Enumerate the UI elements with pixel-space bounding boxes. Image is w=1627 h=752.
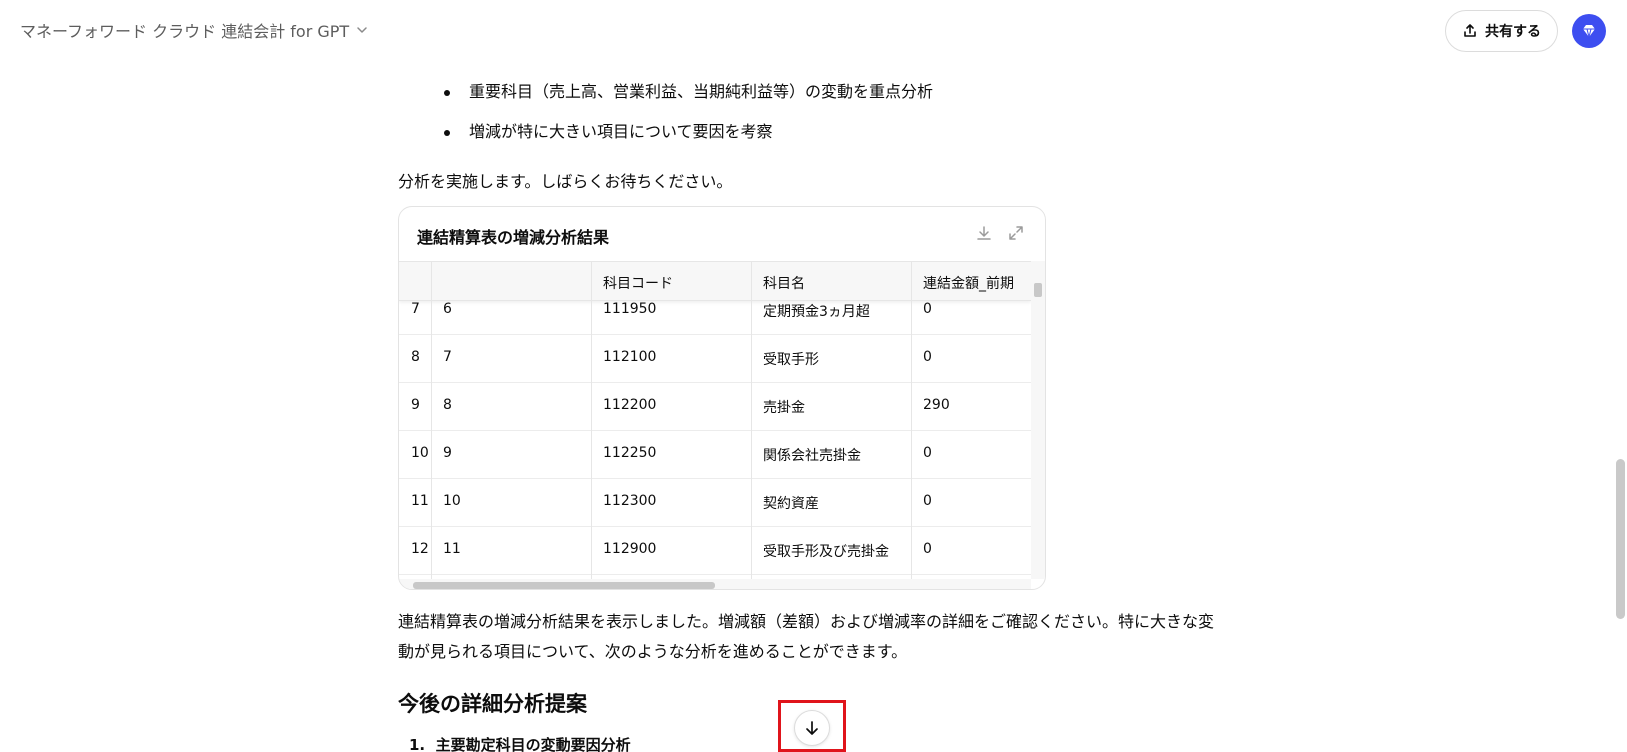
table-header-bar: 連結精算表の増減分析結果	[399, 207, 1045, 261]
row-index: 12	[411, 541, 429, 557]
account-name: 受取手形	[763, 352, 819, 368]
column-divider	[591, 261, 592, 579]
model-switcher[interactable]: マネーフォワード クラウド 連結会計 for GPT	[20, 18, 369, 42]
row-index: 10	[411, 445, 429, 461]
prior-amount: 0	[923, 301, 932, 317]
summary-text-line2: 動が見られる項目について、次のような分析を進めることができます。	[398, 642, 908, 661]
row-id: 6	[443, 301, 452, 317]
table-row: 10 9 112250 関係会社売掛金 0	[399, 431, 1031, 479]
prior-amount: 0	[923, 493, 932, 509]
row-index: 9	[411, 397, 420, 413]
scroll-thumb[interactable]	[1034, 283, 1042, 297]
summary-text-line1: 連結精算表の増減分析結果を表示しました。増減額（差額）および増減率の詳細をご確認…	[398, 612, 1215, 631]
row-index: 11	[411, 493, 429, 509]
table-vertical-scrollbar[interactable]	[1031, 261, 1045, 579]
expand-icon[interactable]	[1007, 224, 1025, 242]
account-code: 112250	[603, 445, 657, 461]
bullet-list: 重要科目（売上高、営業利益、当期純利益等）の変動を重点分析 増減が特に大きい項目…	[443, 72, 933, 152]
chevron-down-icon	[357, 27, 367, 33]
table-row: 12 11 112900 受取手形及び売掛金 0	[399, 527, 1031, 575]
analysis-table-card: 連結精算表の増減分析結果 科目コード 科目名 連結金額_前期 7 6 11195…	[398, 206, 1046, 590]
table-title: 連結精算表の増減分析結果	[417, 228, 610, 247]
account-name: 契約資産	[763, 496, 819, 512]
prior-amount: 0	[923, 349, 932, 365]
table-row: 9 8 112200 売掛金 290	[399, 383, 1031, 431]
column-divider	[751, 261, 752, 579]
share-upload-icon	[1464, 24, 1476, 37]
table-row: 8 7 112100 受取手形 0	[399, 335, 1031, 383]
top-bar: マネーフォワード クラウド 連結会計 for GPT 共有する	[0, 0, 1627, 64]
table-header-row: 科目コード 科目名 連結金額_前期	[399, 261, 1031, 301]
table-horizontal-scrollbar[interactable]	[399, 579, 1031, 589]
row-id: 9	[443, 445, 452, 461]
download-icon[interactable]	[975, 224, 993, 242]
column-header-prior-amount[interactable]: 連結金額_前期	[911, 273, 1031, 293]
account-name: 定期預金3ヵ月超	[763, 304, 870, 320]
row-id: 11	[443, 541, 461, 557]
column-divider	[911, 261, 912, 579]
column-divider	[431, 261, 432, 579]
share-label: 共有する	[1485, 24, 1541, 40]
highlight-box	[778, 700, 846, 752]
model-title: マネーフォワード クラウド 連結会計 for GPT	[20, 22, 350, 41]
prior-amount: 0	[923, 541, 932, 557]
row-id: 8	[443, 397, 452, 413]
data-grid[interactable]: 科目コード 科目名 連結金額_前期 7 6 111950 定期預金3ヵ月超 0 …	[399, 261, 1031, 579]
row-id: 7	[443, 349, 452, 365]
account-code: 112200	[603, 397, 657, 413]
section-heading: 今後の詳細分析提案	[398, 692, 587, 716]
page-scrollbar[interactable]	[1613, 64, 1627, 752]
page-scroll-thumb[interactable]	[1616, 459, 1625, 619]
column-header-code[interactable]: 科目コード	[591, 273, 751, 293]
account-code: 112100	[603, 349, 657, 365]
account-code: 111950	[603, 301, 657, 317]
account-code: 112300	[603, 493, 657, 509]
gpt-avatar[interactable]	[1572, 14, 1606, 48]
row-index: 7	[411, 301, 420, 317]
account-name: 売掛金	[763, 400, 805, 416]
column-header-name[interactable]: 科目名	[751, 273, 911, 293]
gpt-diamond-icon	[1583, 25, 1595, 38]
account-name: 関係会社売掛金	[763, 448, 861, 464]
bullet-item: 増減が特に大きい項目について要因を考察	[443, 112, 933, 152]
table-row: 11 10 112300 契約資産 0	[399, 479, 1031, 527]
row-id: 10	[443, 493, 461, 509]
row-index: 8	[411, 349, 420, 365]
account-name: 受取手形及び売掛金	[763, 544, 889, 560]
ordered-list-item: 1. 主要勘定科目の変動要因分析	[409, 736, 631, 752]
ordered-list-item-text: 主要勘定科目の変動要因分析	[435, 736, 631, 752]
prior-amount: 0	[923, 445, 932, 461]
bullet-item: 重要科目（売上高、営業利益、当期純利益等）の変動を重点分析	[443, 72, 933, 112]
share-button[interactable]: 共有する	[1445, 10, 1558, 52]
prior-amount: 290	[923, 397, 950, 413]
account-code: 112900	[603, 541, 657, 557]
intro-text: 分析を実施します。しばらくお待ちください。	[398, 172, 733, 191]
scroll-thumb[interactable]	[413, 582, 715, 589]
